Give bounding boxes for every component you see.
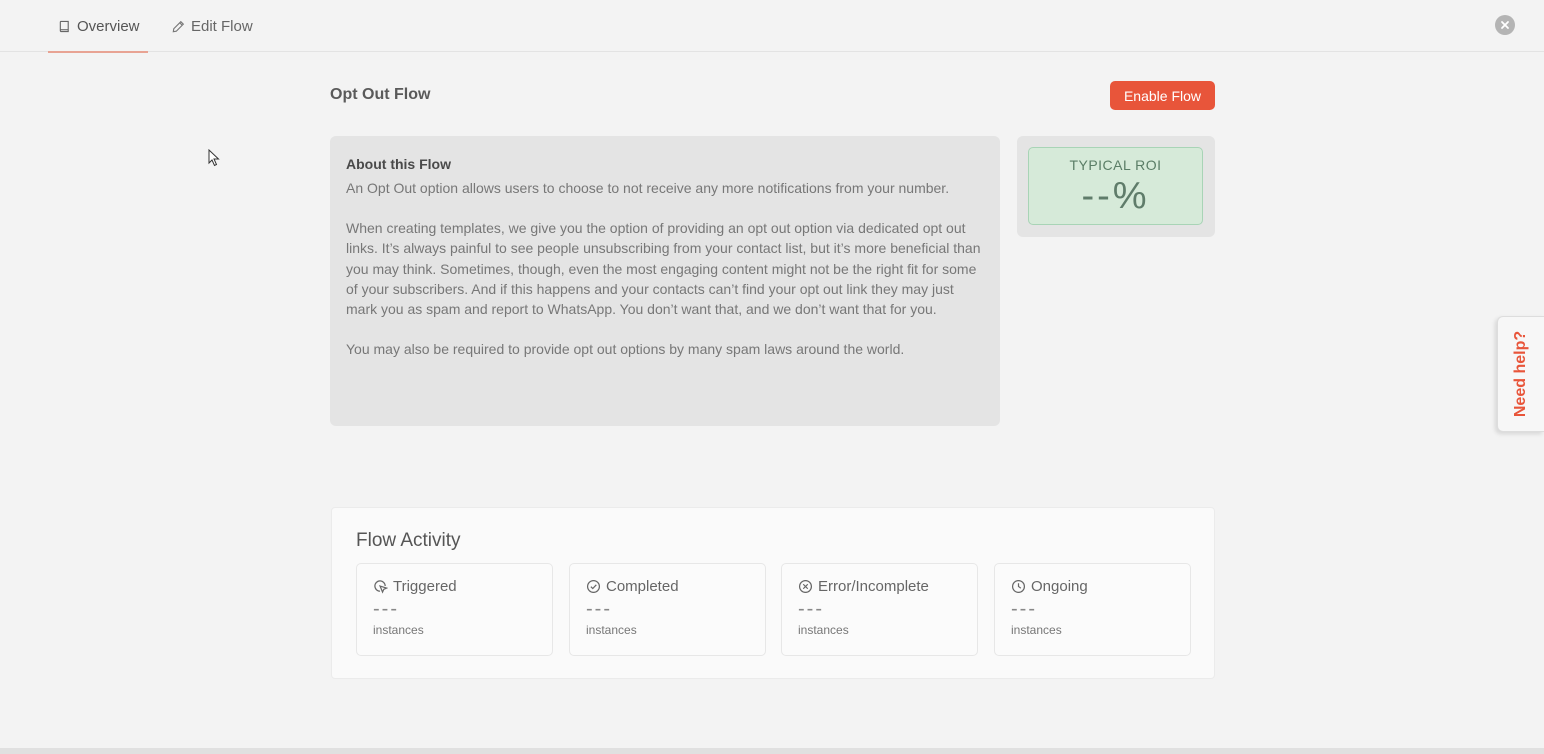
pencil-icon <box>172 20 185 32</box>
cursor-click-icon <box>374 580 388 594</box>
about-heading: About this Flow <box>346 156 451 172</box>
stat-label: Completed <box>606 578 679 595</box>
roi-box: TYPICAL ROI --% <box>1028 147 1203 225</box>
stat-unit: instances <box>373 623 424 637</box>
stat-value: --- <box>373 598 399 620</box>
mouse-pointer-icon <box>208 149 220 167</box>
stat-label: Triggered <box>393 578 457 595</box>
stat-value: --- <box>586 598 612 620</box>
about-flow-card: About this Flow An Opt Out option allows… <box>330 136 1000 426</box>
about-paragraph: When creating templates, we give you the… <box>346 220 981 318</box>
stat-unit: instances <box>798 623 849 637</box>
tab-edit-flow-label: Edit Flow <box>191 17 253 35</box>
stat-unit: instances <box>1011 623 1062 637</box>
stat-unit: instances <box>586 623 637 637</box>
tab-overview-label: Overview <box>77 17 140 35</box>
x-circle-icon <box>798 579 813 594</box>
stat-triggered: Triggered --- instances <box>356 563 553 656</box>
stat-value: --- <box>798 598 824 620</box>
stat-completed: Completed --- instances <box>569 563 766 656</box>
tab-overview[interactable]: Overview <box>48 0 148 53</box>
need-help-label: Need help? <box>1512 330 1529 418</box>
stat-value: --- <box>1011 598 1037 620</box>
bottom-divider <box>0 748 1544 754</box>
close-button[interactable] <box>1495 15 1515 35</box>
stat-ongoing: Ongoing --- instances <box>994 563 1191 656</box>
about-paragraph: You may also be required to provide opt … <box>346 341 905 358</box>
about-paragraph: An Opt Out option allows users to choose… <box>346 180 950 196</box>
close-icon <box>1501 21 1509 29</box>
top-navigation: Overview Edit Flow <box>0 0 1544 53</box>
roi-panel: TYPICAL ROI --% <box>1017 136 1215 237</box>
book-icon <box>59 20 69 32</box>
clock-icon <box>1011 579 1026 594</box>
activity-title: Flow Activity <box>356 530 461 551</box>
flow-activity-card: Flow Activity Triggered --- instances Co… <box>331 507 1215 679</box>
roi-label: TYPICAL ROI <box>1069 157 1162 173</box>
page-title: Opt Out Flow <box>330 86 431 103</box>
stat-label: Ongoing <box>1031 578 1088 595</box>
roi-value: --% <box>1081 175 1150 217</box>
stat-error-incomplete: Error/Incomplete --- instances <box>781 563 978 656</box>
tab-edit-flow[interactable]: Edit Flow <box>172 0 253 52</box>
need-help-tab[interactable]: Need help? <box>1497 316 1544 432</box>
stat-label: Error/Incomplete <box>818 578 929 595</box>
check-circle-icon <box>586 579 601 594</box>
enable-flow-button[interactable]: Enable Flow <box>1110 81 1215 110</box>
